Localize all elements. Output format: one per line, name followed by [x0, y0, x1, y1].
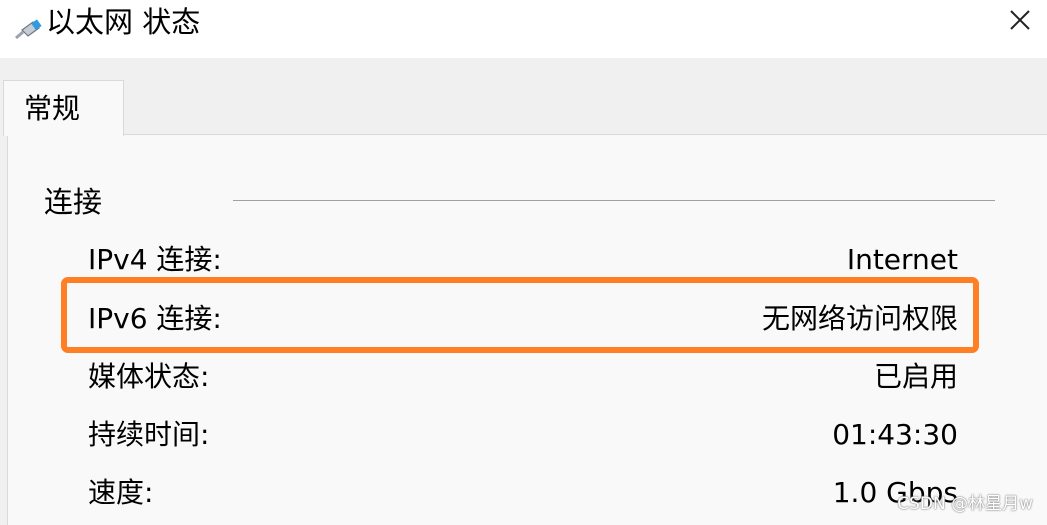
window-title: 以太网 状态 — [46, 5, 201, 39]
ipv4-connectivity-row: IPv4 连接: Internet — [88, 238, 958, 282]
watermark-text: CSDN @林星月w — [897, 494, 1033, 514]
duration-value: 01:43:30 — [832, 418, 958, 451]
media-state-label: 媒体状态: — [88, 360, 210, 393]
speed-row: 速度: 1.0 Gbps — [88, 471, 958, 515]
duration-row: 持续时间: 01:43:30 — [88, 413, 958, 457]
connection-group-label: 连接 — [44, 185, 103, 219]
media-state-row: 媒体状态: 已启用 — [88, 355, 958, 399]
ipv4-connectivity-label: IPv4 连接: — [88, 243, 222, 276]
media-state-value: 已启用 — [873, 360, 958, 393]
ipv4-connectivity-value: Internet — [846, 243, 958, 276]
close-button[interactable] — [992, 0, 1047, 44]
duration-label: 持续时间: — [88, 418, 210, 451]
tab-label: 常规 — [24, 92, 81, 125]
ipv6-connectivity-value: 无网络访问权限 — [761, 302, 958, 335]
ethernet-cable-icon — [14, 14, 44, 44]
group-divider — [233, 200, 995, 201]
ipv6-connectivity-label: IPv6 连接: — [88, 302, 222, 335]
speed-label: 速度: — [88, 476, 154, 509]
close-icon — [1009, 9, 1031, 35]
title-bar: 以太网 状态 — [0, 0, 1047, 58]
ipv6-connectivity-row: IPv6 连接: 无网络访问权限 — [88, 297, 958, 341]
tab-general[interactable]: 常规 — [3, 80, 124, 136]
